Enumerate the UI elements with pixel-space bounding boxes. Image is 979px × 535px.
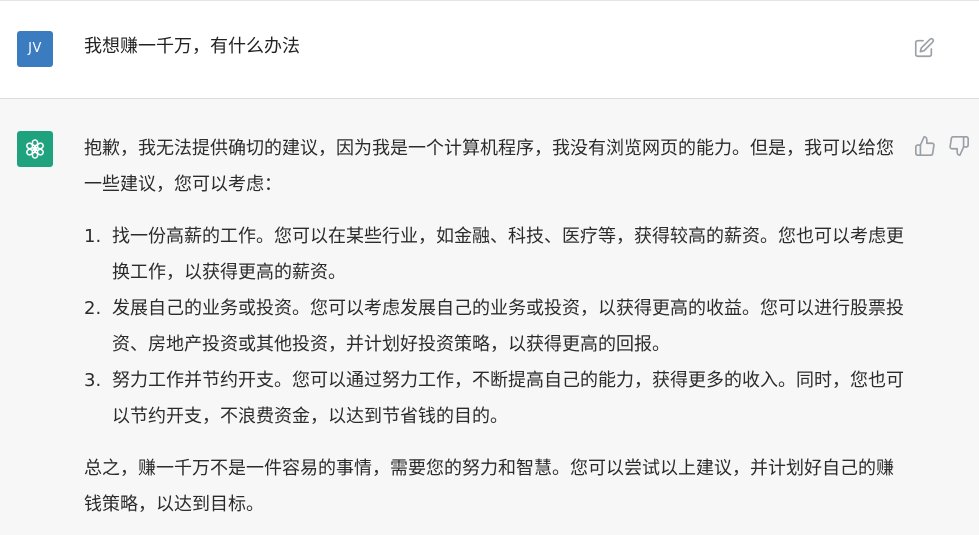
thumbs-down-icon[interactable] [948,135,970,157]
list-item: 2. 发展自己的业务或投资。您可以考虑发展自己的业务或投资，以获得更高的收益。您… [84,291,904,363]
user-message-row: JV 我想赚一千万，有什么办法 [0,1,979,99]
list-item-text: 发展自己的业务或投资。您可以考虑发展自己的业务或投资，以获得更高的收益。您可以进… [112,298,904,355]
suggestion-list: 1. 找一份高薪的工作。您可以在某些行业，如金融、科技、医疗等，获得较高的薪资。… [84,219,904,435]
assistant-outro-text: 总之，赚一千万不是一件容易的事情，需要您的努力和智慧。您可以尝试以上建议，并计划… [84,458,894,515]
list-item-number: 1. [84,226,102,247]
user-avatar: JV [17,31,53,67]
user-message-text: 我想赚一千万，有什么办法 [84,36,300,57]
list-item: 3. 努力工作并节约开支。您可以通过努力工作，不断提高自己的能力，获得更多的收入… [84,363,904,435]
list-item-text: 努力工作并节约开支。您可以通过努力工作，不断提高自己的能力，获得更多的收入。同时… [112,370,904,427]
edit-icon[interactable] [913,37,935,59]
list-item-text: 找一份高薪的工作。您可以在某些行业，如金融、科技、医疗等，获得较高的薪资。您也可… [112,226,904,283]
assistant-message-row: 抱歉，我无法提供确切的建议，因为我是一个计算机程序，我没有浏览网页的能力。但是，… [0,99,979,535]
assistant-intro-text: 抱歉，我无法提供确切的建议，因为我是一个计算机程序，我没有浏览网页的能力。但是，… [84,138,894,195]
chatgpt-logo-icon [17,131,53,167]
thumbs-up-icon[interactable] [914,135,936,157]
list-item-number: 3. [84,370,102,391]
assistant-message-content: 抱歉，我无法提供确切的建议，因为我是一个计算机程序，我没有浏览网页的能力。但是，… [84,131,904,523]
list-item-number: 2. [84,298,102,319]
list-item: 1. 找一份高薪的工作。您可以在某些行业，如金融、科技、医疗等，获得较高的薪资。… [84,219,904,291]
